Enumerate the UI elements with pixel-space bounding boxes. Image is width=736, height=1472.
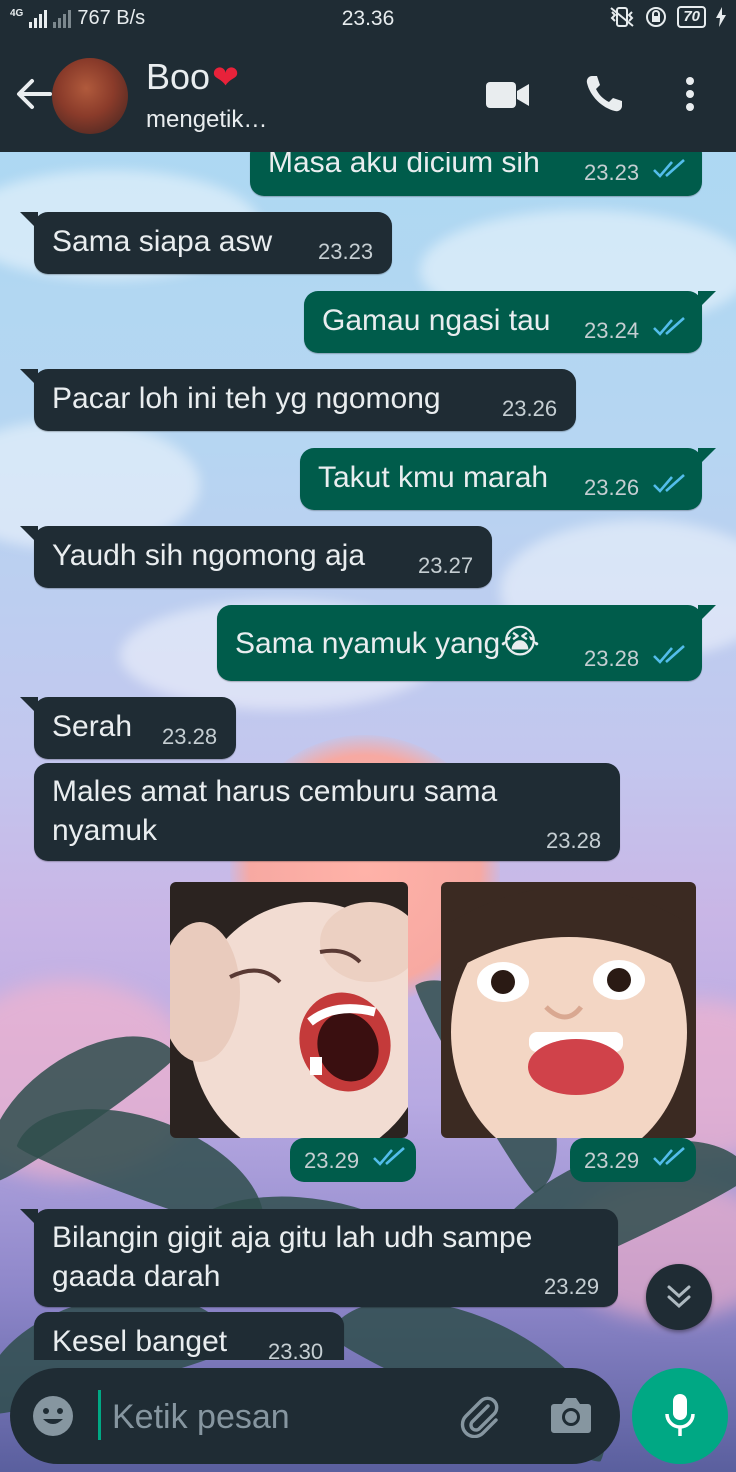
message-text: Masa aku dicium sih <box>268 152 540 179</box>
message-text: Sama siapa asw <box>52 225 273 258</box>
read-ticks-icon <box>653 645 685 664</box>
status-bar-right: 70 <box>609 6 726 28</box>
message-text: Sama nyamuk yang <box>235 627 501 660</box>
video-call-icon[interactable] <box>486 80 530 110</box>
battery-level: 70 <box>677 6 706 28</box>
message-text: Takut kmu marah <box>318 461 549 494</box>
status-bar: 4G 767 B/s 23.36 70 <box>0 0 736 38</box>
message-outgoing[interactable]: Takut kmu marah 23.26 <box>300 448 716 510</box>
message-time: 23.28 <box>162 724 218 749</box>
message-time: 23.23 <box>584 160 640 185</box>
text-caret <box>98 1390 101 1440</box>
vibrate-icon <box>610 7 634 27</box>
message-composer <box>10 1368 620 1466</box>
message-text-line2: gaada darah <box>52 1260 221 1293</box>
message-time: 23.29 <box>584 1148 640 1173</box>
voice-message-button[interactable] <box>632 1368 728 1464</box>
phone-icon[interactable] <box>584 74 624 114</box>
camera-icon[interactable] <box>550 1396 592 1434</box>
sticker-image[interactable] <box>441 882 696 1138</box>
message-time: 23.28 <box>584 646 640 671</box>
scroll-to-bottom-button[interactable] <box>646 1264 712 1330</box>
chat-header: Boo ❤ mengetik… <box>0 38 736 152</box>
charging-icon <box>716 7 726 27</box>
lock-rotate-icon <box>646 7 667 27</box>
message-time: 23.23 <box>318 239 374 264</box>
arrow-left-icon[interactable] <box>14 76 54 112</box>
read-ticks-icon <box>373 1147 405 1166</box>
avatar[interactable] <box>52 58 128 134</box>
message-incoming[interactable]: Kesel banget 23.30 <box>34 1312 344 1360</box>
message-text: Pacar loh ini teh yg ngomong <box>52 382 441 415</box>
read-ticks-icon <box>653 159 685 178</box>
message-incoming[interactable]: Bilangin gigit aja gitu lah udh sampe ga… <box>20 1209 618 1307</box>
message-text-line2: nyamuk <box>52 814 158 847</box>
microphone-icon <box>665 1394 695 1436</box>
message-outgoing[interactable]: Sama nyamuk yang😭 23.28 <box>217 605 716 681</box>
message-text-row: Sama nyamuk yang😭 <box>235 622 540 662</box>
emoji-icon[interactable] <box>32 1395 74 1437</box>
message-text: Yaudh sih ngomong aja <box>52 539 366 572</box>
paperclip-icon[interactable] <box>458 1394 502 1438</box>
message-incoming[interactable]: Males amat harus cemburu sama nyamuk 23.… <box>34 763 620 861</box>
message-time: 23.26 <box>584 475 640 500</box>
read-ticks-icon <box>653 474 685 493</box>
message-text: Kesel banget <box>52 1325 228 1358</box>
message-time: 23.24 <box>584 318 640 343</box>
heart-emoji: ❤ <box>212 59 239 95</box>
message-incoming[interactable]: Sama siapa asw 23.23 <box>20 212 392 274</box>
message-time: 23.29 <box>544 1274 600 1299</box>
message-text-line1: Bilangin gigit aja gitu lah udh sampe <box>52 1221 533 1254</box>
message-incoming[interactable]: Yaudh sih ngomong aja 23.27 <box>20 526 492 588</box>
message-outgoing[interactable]: Gamau ngasi tau 23.24 <box>304 291 716 353</box>
message-time: 23.28 <box>546 828 602 853</box>
message-text: Gamau ngasi tau <box>322 304 551 337</box>
sticker-time-badge: 23.29 <box>290 1138 416 1182</box>
message-time: 23.29 <box>304 1148 360 1173</box>
message-time: 23.30 <box>268 1339 324 1360</box>
typing-status: mengetik… <box>146 106 268 133</box>
more-vertical-icon[interactable] <box>684 76 696 112</box>
tongue-out-child-sticker <box>441 882 696 1138</box>
read-ticks-icon <box>653 317 685 336</box>
message-input[interactable] <box>110 1368 454 1466</box>
message-text-line1: Males amat harus cemburu sama <box>52 775 498 808</box>
loudly-crying-emoji: 😭 <box>500 623 540 661</box>
contact-name[interactable]: Boo ❤ <box>146 56 239 98</box>
sticker-time-badge: 23.29 <box>570 1138 696 1182</box>
message-incoming[interactable]: Serah 23.28 <box>20 697 236 759</box>
laughing-child-sticker <box>170 882 408 1138</box>
double-chevron-down-icon <box>667 1285 691 1309</box>
contact-name-text: Boo <box>146 56 211 97</box>
message-incoming[interactable]: Pacar loh ini teh yg ngomong 23.26 <box>20 369 576 431</box>
message-text: Serah <box>52 710 133 743</box>
read-ticks-icon <box>653 1147 685 1166</box>
message-time: 23.27 <box>418 553 474 578</box>
message-time: 23.26 <box>502 396 558 421</box>
message-outgoing[interactable]: Masa aku dicium sih 23.23 <box>250 152 702 196</box>
message-list[interactable]: Masa aku dicium sih 23.23 Sama siapa asw… <box>0 152 736 1360</box>
sticker-image[interactable] <box>170 882 408 1138</box>
